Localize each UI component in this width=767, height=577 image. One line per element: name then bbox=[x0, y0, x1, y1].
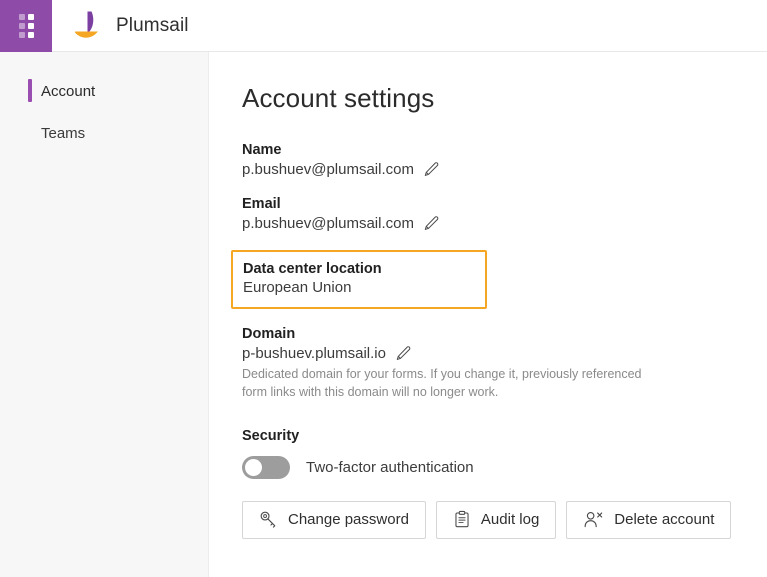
audit-log-button[interactable]: Audit log bbox=[436, 501, 556, 539]
field-value: European Union bbox=[243, 279, 351, 296]
user-remove-icon bbox=[583, 510, 604, 529]
delete-account-button[interactable]: Delete account bbox=[566, 501, 731, 539]
field-data-center-location[interactable]: Data center location European Union bbox=[231, 250, 487, 309]
page-body: Account Teams Account settings Name p.bu… bbox=[0, 52, 767, 577]
field-row: p.bushuev@plumsail.com bbox=[242, 215, 767, 232]
field-row: p-bushuev.plumsail.io bbox=[242, 345, 767, 362]
security-section: Security Two-factor authentication bbox=[242, 428, 767, 539]
field-value: p.bushuev@plumsail.com bbox=[242, 215, 414, 232]
active-indicator bbox=[28, 121, 32, 144]
app-launcher-button[interactable] bbox=[0, 0, 52, 52]
button-label: Delete account bbox=[614, 511, 714, 528]
two-factor-row: Two-factor authentication bbox=[242, 456, 767, 479]
sidebar: Account Teams bbox=[0, 52, 209, 577]
security-actions: Change password Audit log bbox=[242, 501, 767, 539]
brand[interactable]: Plumsail bbox=[52, 0, 189, 51]
app-launcher-grid-icon bbox=[19, 14, 34, 38]
two-factor-toggle[interactable] bbox=[242, 456, 290, 479]
pencil-icon[interactable] bbox=[423, 215, 440, 232]
sidebar-item-label: Teams bbox=[41, 125, 85, 142]
sidebar-item-account[interactable]: Account bbox=[0, 76, 208, 106]
pencil-icon[interactable] bbox=[395, 345, 412, 362]
pencil-icon[interactable] bbox=[423, 161, 440, 178]
page-title: Account settings bbox=[242, 83, 767, 114]
field-label: Data center location bbox=[243, 261, 475, 277]
sidebar-item-label: Account bbox=[41, 83, 95, 100]
field-name: Name p.bushuev@plumsail.com bbox=[242, 142, 767, 178]
account-settings-page: Plumsail Account Teams Account settings … bbox=[0, 0, 767, 577]
top-bar: Plumsail bbox=[0, 0, 767, 52]
field-value: p.bushuev@plumsail.com bbox=[242, 161, 414, 178]
two-factor-label: Two-factor authentication bbox=[306, 459, 474, 476]
security-title: Security bbox=[242, 428, 767, 444]
plumsail-sailboat-logo bbox=[73, 10, 103, 42]
button-label: Change password bbox=[288, 511, 409, 528]
field-label: Domain bbox=[242, 326, 767, 342]
active-indicator bbox=[28, 79, 32, 102]
field-row: p.bushuev@plumsail.com bbox=[242, 161, 767, 178]
button-label: Audit log bbox=[481, 511, 539, 528]
field-value: p-bushuev.plumsail.io bbox=[242, 345, 386, 362]
field-row: European Union bbox=[243, 279, 475, 296]
change-password-button[interactable]: Change password bbox=[242, 501, 426, 539]
main-content: Account settings Name p.bushuev@plumsail… bbox=[209, 52, 767, 577]
brand-name: Plumsail bbox=[116, 15, 189, 37]
sidebar-item-teams[interactable]: Teams bbox=[0, 118, 208, 148]
field-email: Email p.bushuev@plumsail.com bbox=[242, 196, 767, 232]
field-domain: Domain p-bushuev.plumsail.io Dedicated d… bbox=[242, 326, 767, 402]
toggle-knob bbox=[245, 459, 262, 476]
field-label: Name bbox=[242, 142, 767, 158]
key-icon bbox=[259, 510, 278, 529]
clipboard-icon bbox=[453, 510, 471, 529]
field-help-text: Dedicated domain for your forms. If you … bbox=[242, 366, 654, 402]
field-label: Email bbox=[242, 196, 767, 212]
